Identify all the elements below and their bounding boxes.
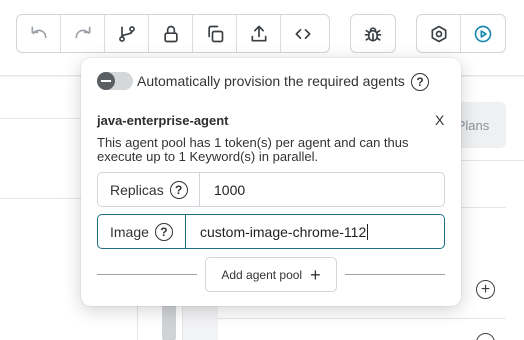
hexagon-icon	[431, 25, 446, 42]
help-icon[interactable]: ?	[154, 222, 173, 241]
right-divider	[218, 318, 506, 319]
code-icon	[295, 28, 311, 39]
image-label: Image	[110, 223, 149, 240]
bug-icon	[364, 26, 382, 42]
upload-button[interactable]	[237, 15, 281, 52]
section-divider	[345, 274, 445, 275]
debug-group	[350, 14, 396, 53]
replicas-label-cell: Replicas ?	[98, 173, 200, 206]
edit-tools-group	[16, 14, 330, 53]
help-icon[interactable]: ?	[411, 73, 429, 91]
copy-icon	[207, 25, 223, 42]
image-label-cell: Image ?	[98, 215, 186, 248]
agent-pool-popup: Automatically provision the required age…	[81, 58, 461, 306]
plus-icon: +	[310, 264, 321, 285]
agents-button[interactable]	[417, 15, 461, 52]
copy-button[interactable]	[193, 15, 237, 52]
play-icon	[474, 25, 492, 42]
replicas-label: Replicas	[110, 181, 164, 198]
add-circle-icon[interactable]: +	[476, 280, 495, 299]
scrollbar-thumb[interactable]	[162, 302, 176, 340]
agent-pool-name: java-enterprise-agent	[97, 113, 229, 128]
debug-button[interactable]	[351, 15, 395, 52]
redo-icon	[75, 26, 90, 38]
image-input-value: custom-image-chrome-112	[200, 223, 367, 240]
text-caret	[367, 223, 369, 240]
help-icon[interactable]: ?	[169, 180, 188, 199]
auto-provision-label: Automatically provision the required age…	[137, 73, 405, 89]
image-field: Image ? custom-image-chrome-112	[97, 214, 445, 249]
upload-icon	[251, 25, 266, 42]
redo-button[interactable]	[61, 15, 105, 52]
run-group	[416, 14, 506, 53]
code-button[interactable]	[281, 15, 325, 52]
branch-icon	[118, 25, 135, 42]
close-button[interactable]: X	[435, 112, 444, 128]
add-agent-pool-label: Add agent pool	[221, 267, 303, 282]
image-input[interactable]: custom-image-chrome-112	[186, 215, 444, 248]
toggle-knob	[97, 72, 115, 90]
branch-button[interactable]	[105, 15, 149, 52]
section-divider	[97, 274, 197, 275]
lock-button[interactable]	[149, 15, 193, 52]
undo-icon	[31, 26, 47, 38]
replicas-field: Replicas ?	[97, 172, 445, 207]
auto-provision-toggle[interactable]	[97, 72, 133, 90]
agent-pool-description: This agent pool has 1 token(s) per agent…	[97, 135, 409, 164]
undo-button[interactable]	[17, 15, 61, 52]
add-agent-pool-button[interactable]: Add agent pool +	[205, 257, 337, 292]
replicas-input[interactable]	[200, 173, 444, 206]
lock-icon	[163, 25, 178, 42]
run-button[interactable]	[461, 15, 505, 52]
